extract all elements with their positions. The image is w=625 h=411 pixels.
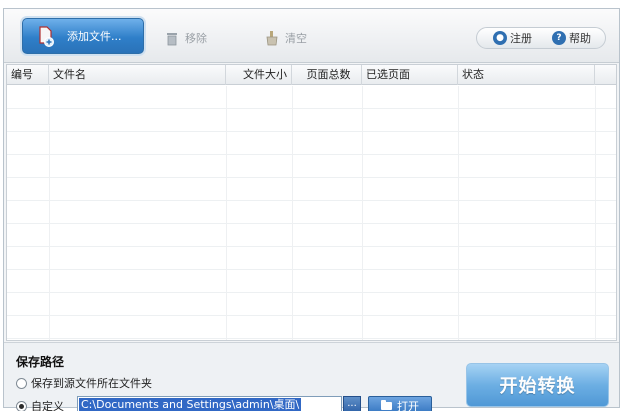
help-label: 帮助 (569, 32, 591, 45)
col-header-selected-pages[interactable]: 已选页面 (362, 65, 458, 85)
start-convert-label: 开始转换 (499, 376, 576, 397)
register-button[interactable]: ● 注册 (493, 30, 532, 46)
col-header-status[interactable]: 状态 (458, 65, 595, 85)
clear-label: 清空 (285, 32, 307, 45)
col-header-filesize[interactable]: 文件大小 (226, 65, 292, 85)
column-divider (458, 86, 459, 340)
table-row (7, 178, 616, 201)
column-divider (226, 86, 227, 340)
table-row (7, 132, 616, 155)
start-convert-button[interactable]: 开始转换 (466, 363, 609, 407)
table-header: 编号 文件名 文件大小 页面总数 已选页面 状态 (7, 65, 616, 85)
table-row (7, 109, 616, 132)
save-path-title: 保存路径 (16, 355, 65, 369)
folder-icon (381, 399, 392, 410)
save-path-value: C:\Documents and Settings\admin\桌面\ (79, 398, 302, 411)
table-row (7, 293, 616, 316)
table-body[interactable] (7, 86, 616, 340)
column-divider (362, 86, 363, 340)
table-row (7, 247, 616, 270)
add-file-label: 添加文件... (67, 30, 122, 43)
table-row (7, 270, 616, 293)
save-path-input[interactable]: C:\Documents and Settings\admin\桌面\ (77, 396, 342, 411)
open-folder-button[interactable]: 打开 (368, 396, 432, 411)
radio-custom[interactable]: 自定义 (16, 398, 64, 411)
browse-button[interactable]: ... (343, 396, 361, 411)
table-row (7, 224, 616, 247)
file-table: 编号 文件名 文件大小 页面总数 已选页面 状态 (6, 64, 617, 341)
remove-label: 移除 (185, 32, 207, 45)
column-divider (292, 86, 293, 340)
save-path-panel: 保存路径 保存到源文件所在文件夹 自定义 C:\Documents and Se… (4, 342, 619, 411)
col-header-number[interactable]: 编号 (7, 65, 49, 85)
table-row (7, 155, 616, 178)
add-file-button[interactable]: 添加文件... (22, 18, 144, 54)
app-window: 添加文件... 移除 清空 ● 注册 ? 帮助 编号 文件名 文件大小 页面总数… (3, 8, 620, 411)
radio-button[interactable] (16, 400, 27, 411)
question-icon: ? (552, 31, 566, 45)
radio-button[interactable] (16, 377, 27, 389)
toolbar: 添加文件... 移除 清空 ● 注册 ? 帮助 (4, 9, 619, 63)
table-row (7, 201, 616, 224)
column-divider (49, 86, 50, 340)
col-header-spacer (595, 65, 616, 85)
remove-button[interactable]: 移除 (164, 29, 207, 47)
radio-save-source[interactable]: 保存到源文件所在文件夹 (16, 375, 152, 391)
col-header-total-pages[interactable]: 页面总数 (292, 65, 362, 85)
open-folder-label: 打开 (397, 399, 419, 411)
radio-custom-label: 自定义 (31, 400, 64, 411)
broom-icon (266, 31, 278, 46)
key-icon: ● (493, 31, 507, 45)
column-divider (595, 86, 596, 340)
table-row (7, 316, 616, 339)
table-row (7, 86, 616, 109)
register-label: 注册 (510, 32, 532, 45)
help-button[interactable]: ? 帮助 (552, 30, 591, 46)
radio-save-source-label: 保存到源文件所在文件夹 (31, 377, 152, 390)
col-header-filename[interactable]: 文件名 (49, 65, 226, 85)
trash-icon (167, 33, 177, 46)
clear-button[interactable]: 清空 (264, 29, 307, 47)
register-help-group: ● 注册 ? 帮助 (476, 27, 606, 49)
add-document-icon (39, 26, 54, 47)
